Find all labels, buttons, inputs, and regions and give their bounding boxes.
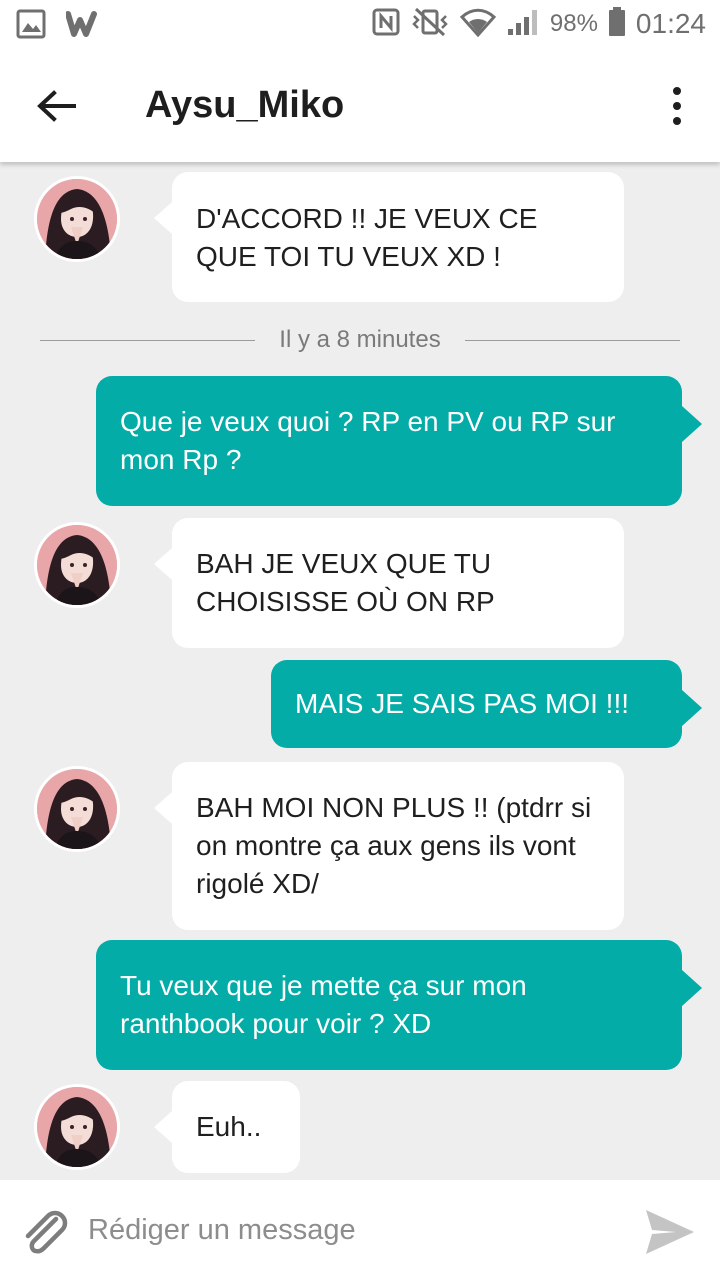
send-button[interactable]: [642, 1204, 698, 1260]
gallery-icon: [16, 9, 46, 44]
conversation-title: Aysu_Miko: [145, 84, 345, 126]
message-bubble-outgoing[interactable]: Que je veux quoi ? RP en PV ou RP sur mo…: [96, 376, 702, 506]
time-divider: Il y a 8 minutes: [40, 325, 680, 355]
send-icon: [646, 1210, 694, 1254]
wifi-icon: [459, 7, 496, 42]
message-input[interactable]: [88, 1202, 608, 1258]
signal-icon: [506, 7, 540, 42]
message-text: BAH JE VEUX QUE TU CHOISISSE OÙ ON RP: [196, 548, 495, 617]
message-text: Euh..: [196, 1111, 262, 1142]
message-bubble-incoming[interactable]: BAH JE VEUX QUE TU CHOISISSE OÙ ON RP: [154, 518, 624, 648]
message-bubble-incoming[interactable]: Euh..: [154, 1081, 300, 1173]
message-text: MAIS JE SAIS PAS MOI !!!: [295, 688, 630, 719]
attach-button[interactable]: [18, 1205, 72, 1259]
paperclip-icon: [25, 1210, 68, 1254]
nfc-icon: [372, 8, 400, 41]
avatar[interactable]: [34, 1084, 120, 1170]
avatar[interactable]: [34, 766, 120, 852]
time-divider-label: Il y a 8 minutes: [279, 326, 441, 353]
avatar[interactable]: [34, 176, 120, 262]
app-bar: Aysu_Miko: [0, 50, 720, 162]
message-bubble-outgoing[interactable]: MAIS JE SAIS PAS MOI !!!: [271, 660, 702, 748]
message-text: Que je veux quoi ? RP en PV ou RP sur mo…: [120, 406, 616, 475]
message-text: Tu veux que je mette ça sur mon ranthboo…: [120, 970, 527, 1039]
avatar[interactable]: [34, 522, 120, 608]
arrow-left-icon: [37, 90, 76, 122]
message-bubble-incoming[interactable]: BAH MOI NON PLUS !! (ptdrr si on montre …: [154, 762, 624, 930]
back-button[interactable]: [30, 80, 82, 132]
composer-bar: [0, 1180, 720, 1280]
clock: 01:24: [635, 8, 706, 39]
message-text: BAH MOI NON PLUS !! (ptdrr si on montre …: [196, 792, 592, 899]
message-text: D'ACCORD !! JE VEUX CE QUE TOI TU VEUX X…: [196, 203, 538, 272]
message-list[interactable]: D'ACCORD !! JE VEUX CE QUE TOI TU VEUX X…: [0, 162, 720, 1180]
more-vert-icon: [673, 87, 681, 95]
message-bubble-incoming[interactable]: D'ACCORD !! JE VEUX CE QUE TOI TU VEUX X…: [154, 172, 624, 302]
status-bar: 98% 01:24: [0, 0, 720, 50]
message-bubble-outgoing[interactable]: Tu veux que je mette ça sur mon ranthboo…: [96, 940, 702, 1070]
vibrate-icon: [410, 7, 450, 42]
battery-percent: 98%: [549, 10, 598, 37]
battery-icon: [608, 6, 626, 42]
more-options-button[interactable]: [662, 80, 692, 132]
wattpad-icon: [65, 10, 102, 43]
